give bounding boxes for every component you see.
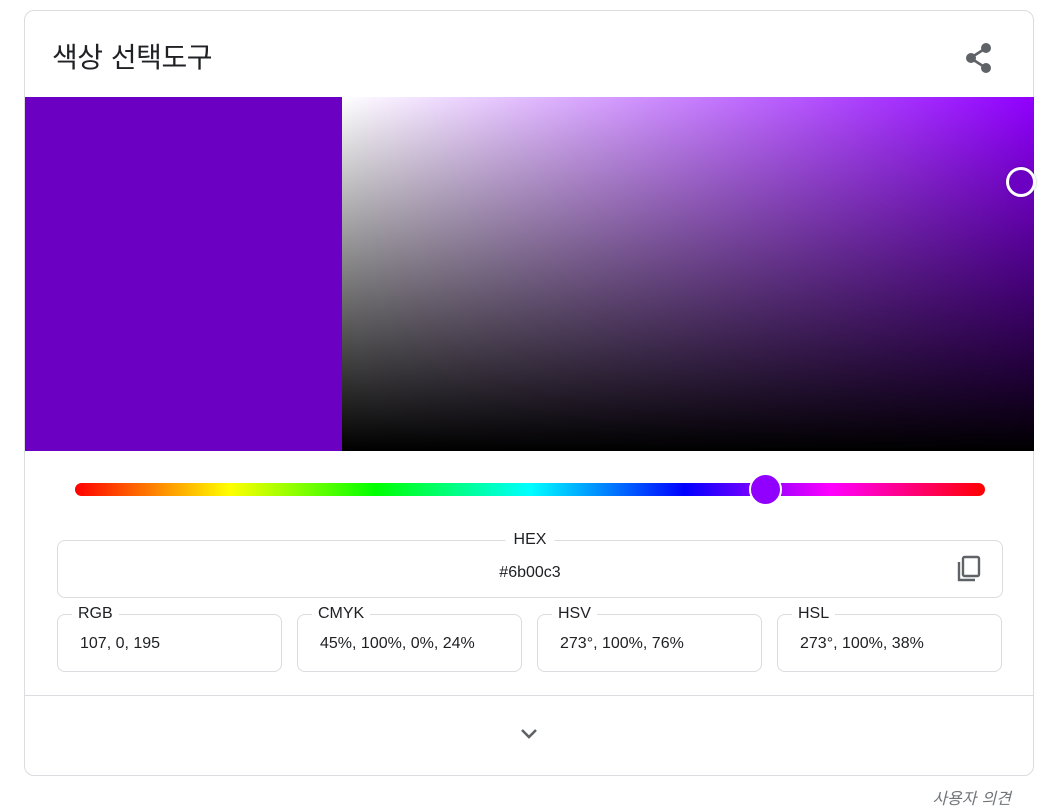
- cmyk-label: CMYK: [312, 605, 371, 623]
- hex-input[interactable]: [58, 561, 1002, 585]
- selected-color-swatch: [25, 97, 342, 451]
- hsl-label: HSL: [792, 605, 836, 623]
- rgb-input[interactable]: [78, 634, 277, 654]
- hsv-label: HSV: [552, 605, 597, 623]
- saturation-value-handle[interactable]: [1006, 166, 1036, 197]
- saturation-value-area[interactable]: [342, 97, 1036, 451]
- hue-slider[interactable]: [75, 473, 985, 506]
- feedback-link[interactable]: 사용자 의견: [932, 785, 1011, 809]
- hsl-input[interactable]: [798, 634, 997, 654]
- hsv-field: HSV: [537, 605, 762, 672]
- hsl-field: HSL: [777, 605, 1002, 672]
- cmyk-field: CMYK: [297, 605, 522, 672]
- rgb-field: RGB: [57, 605, 282, 672]
- hsv-input[interactable]: [558, 634, 757, 654]
- hex-field: HEX: [57, 531, 1003, 598]
- hue-slider-handle[interactable]: [749, 473, 783, 506]
- copy-icon[interactable]: [954, 554, 984, 584]
- widget-title: 색상 선택도구: [52, 41, 212, 74]
- share-icon[interactable]: [961, 40, 997, 76]
- rgb-label: RGB: [72, 605, 119, 623]
- cmyk-input[interactable]: [318, 634, 517, 654]
- color-picker-area: [25, 97, 1036, 451]
- chevron-down-icon[interactable]: [515, 719, 543, 747]
- divider: [25, 695, 1033, 696]
- color-picker-card: 색상 선택도구 HEX RGB CMYK: [24, 10, 1036, 776]
- hex-label: HEX: [505, 531, 555, 549]
